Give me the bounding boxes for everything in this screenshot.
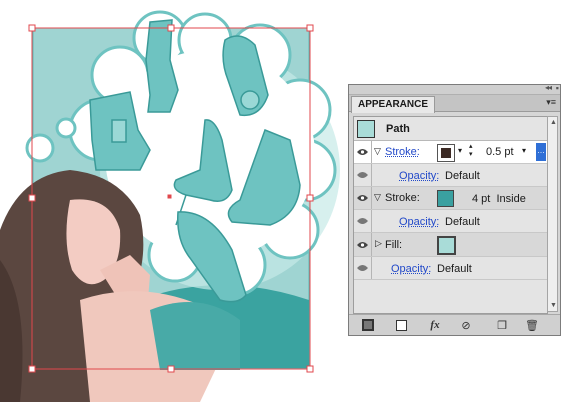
panel-tab-row: APPEARANCE <box>349 95 560 113</box>
scroll-up-icon[interactable]: ▲ <box>550 119 557 126</box>
fx-icon[interactable]: fx <box>428 318 442 332</box>
panel-scrollbar[interactable]: ▲ ▼ <box>547 116 558 312</box>
weight-dropdown-icon[interactable]: ▾ <box>522 146 526 155</box>
opacity-row-2[interactable]: Opacity: Default <box>354 210 547 233</box>
expand-triangle-icon[interactable]: ▽ <box>374 192 381 203</box>
panel-title-strip[interactable]: ◂◂ ▪ <box>349 83 560 95</box>
fill-color-swatch[interactable] <box>437 236 456 255</box>
visibility-eye-icon[interactable] <box>354 187 372 209</box>
tab-appearance[interactable]: APPEARANCE <box>351 96 436 113</box>
scroll-down-icon[interactable]: ▼ <box>550 302 557 309</box>
opacity-label[interactable]: Opacity: <box>399 216 439 228</box>
appearance-list: Path ▽ Stroke: ▾ ▴ ▾ 0.5 pt ▾ … Opacity: … <box>353 116 548 314</box>
more-options-icon[interactable]: … <box>536 143 546 161</box>
path-title: Path <box>386 123 410 135</box>
stroke-weight-value[interactable]: 0.5 pt <box>486 146 514 158</box>
fill-label[interactable]: Fill: <box>385 239 402 251</box>
visibility-eye-icon[interactable] <box>354 141 372 163</box>
add-fill-icon[interactable] <box>394 318 408 332</box>
close-icon[interactable]: ▪ <box>556 83 559 93</box>
duplicate-item-icon[interactable]: ❐ <box>495 318 509 332</box>
opacity-label[interactable]: Opacity: <box>391 263 431 275</box>
stroke-row-2[interactable]: ▽ Stroke: 4 pt Inside <box>354 187 547 210</box>
stroke-detail: 4 pt Inside <box>472 193 526 205</box>
stepper-icon[interactable]: ▴ ▾ <box>469 143 473 159</box>
path-header-row[interactable]: Path <box>354 117 547 141</box>
appearance-panel: ◂◂ ▪ APPEARANCE ▾≡ Path ▽ Stroke: ▾ ▴ ▾ 0… <box>348 83 561 336</box>
visibility-eye-icon[interactable] <box>354 164 372 186</box>
expand-triangle-icon[interactable]: ▷ <box>375 238 382 249</box>
double-arrow-icon[interactable]: ◂◂ <box>545 83 552 92</box>
panel-footer: fx ⊘ ❐ 🗑 <box>349 314 560 335</box>
opacity-value: Default <box>437 263 472 275</box>
stroke-color-swatch[interactable] <box>437 144 455 162</box>
stroke-row-1[interactable]: ▽ Stroke: ▾ ▴ ▾ 0.5 pt ▾ … <box>354 141 547 164</box>
add-stroke-icon[interactable] <box>361 318 375 332</box>
clear-appearance-icon[interactable]: ⊘ <box>459 318 473 332</box>
opacity-value: Default <box>445 216 480 228</box>
trash-icon[interactable]: 🗑 <box>525 318 539 332</box>
swatch-dropdown-icon[interactable]: ▾ <box>458 146 462 155</box>
visibility-eye-icon[interactable] <box>354 233 372 256</box>
stroke-color-swatch[interactable] <box>437 190 454 207</box>
stroke-label[interactable]: Stroke: <box>385 192 420 204</box>
opacity-label[interactable]: Opacity: <box>399 170 439 182</box>
fill-row[interactable]: ▷ Fill: <box>354 233 547 257</box>
stroke-label[interactable]: Stroke: <box>385 146 420 158</box>
artboard-illustration <box>0 10 340 402</box>
visibility-eye-icon[interactable] <box>354 210 372 232</box>
opacity-row-3[interactable]: Opacity: Default <box>354 257 547 280</box>
visibility-eye-icon[interactable] <box>354 257 372 279</box>
panel-menu-icon[interactable]: ▾≡ <box>546 97 556 108</box>
opacity-value: Default <box>445 170 480 182</box>
opacity-row-1[interactable]: Opacity: Default <box>354 164 547 187</box>
expand-triangle-icon[interactable]: ▽ <box>374 146 381 157</box>
path-thumbnail <box>357 120 375 138</box>
